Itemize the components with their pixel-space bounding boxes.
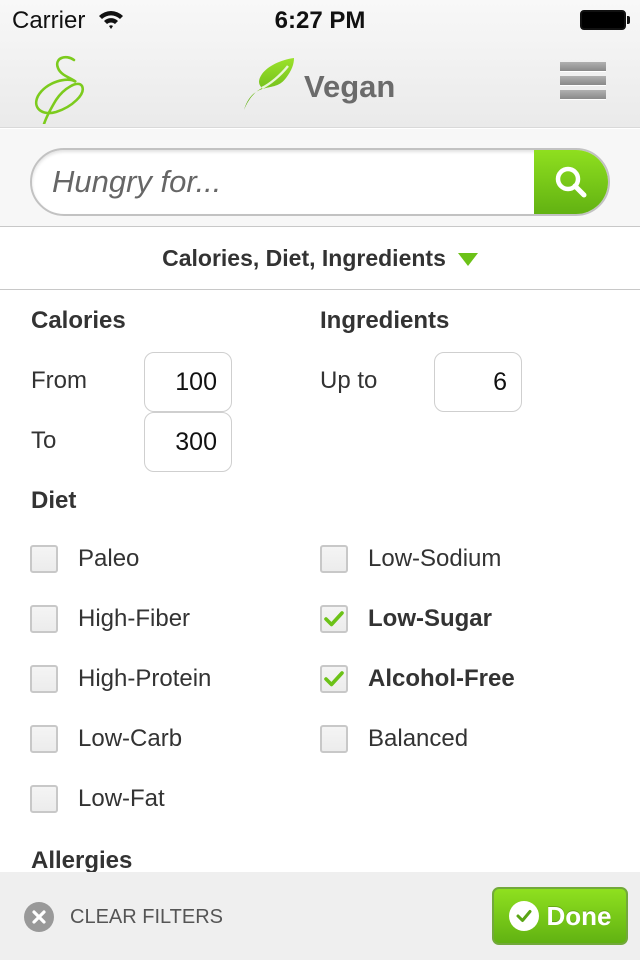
diet-option[interactable]: Alcohol-Free (320, 659, 515, 699)
top-bar: Carrier 6:27 PM Vegan (0, 0, 640, 128)
clear-filters-button[interactable]: CLEAR FILTERS (24, 902, 223, 932)
checkbox[interactable] (30, 725, 58, 753)
diet-option[interactable]: High-Fiber (30, 599, 190, 639)
search-icon (555, 166, 587, 198)
nav-bar: Vegan (0, 40, 640, 128)
diet-option-label: Alcohol-Free (368, 665, 515, 692)
search-area (0, 129, 640, 227)
page-title: Vegan (304, 69, 396, 104)
checkbox[interactable] (320, 605, 348, 633)
close-circle-icon (24, 902, 54, 932)
diet-heading: Diet (31, 487, 77, 514)
menu-bar (560, 62, 606, 71)
diet-option-label: Low-Fat (78, 785, 165, 812)
checkbox[interactable] (30, 545, 58, 573)
bottom-bar: CLEAR FILTERS Done (0, 872, 640, 960)
done-button[interactable]: Done (492, 887, 628, 945)
script-e-logo-icon[interactable] (28, 52, 94, 124)
battery-tip (627, 16, 630, 24)
calories-to-field[interactable]: 300 (144, 412, 232, 472)
leaf-icon (244, 58, 294, 110)
calories-heading: Calories (31, 307, 126, 334)
checkmark-icon (324, 611, 344, 627)
status-bar: Carrier 6:27 PM (0, 0, 640, 40)
checkbox[interactable] (30, 785, 58, 813)
checkbox[interactable] (320, 725, 348, 753)
menu-bar (560, 90, 606, 99)
diet-option[interactable]: Low-Sugar (320, 599, 492, 639)
checkbox[interactable] (320, 665, 348, 693)
checkbox[interactable] (30, 665, 58, 693)
diet-option[interactable]: Low-Fat (30, 779, 165, 819)
diet-option-label: Balanced (368, 725, 469, 752)
menu-bar (560, 76, 606, 85)
checkmark-icon (324, 671, 344, 687)
calories-from-field[interactable]: 100 (144, 352, 232, 412)
ingredients-upto-field[interactable]: 6 (434, 352, 522, 412)
filter-toggle[interactable]: Calories, Diet, Ingredients (0, 228, 640, 290)
allergies-heading: Allergies (31, 847, 133, 874)
diet-option-label: Paleo (78, 545, 140, 572)
hamburger-menu-icon[interactable] (560, 62, 606, 104)
diet-option-label: Low-Carb (78, 725, 183, 752)
battery-icon (580, 10, 626, 30)
calories-to-label: To (31, 427, 57, 454)
clear-filters-label: CLEAR FILTERS (70, 905, 223, 928)
search-box (30, 148, 610, 216)
screen: Carrier 6:27 PM Vegan Hungry for... Calo… (0, 0, 640, 960)
diet-option-label: High-Fiber (78, 605, 191, 632)
diet-option-label: Low-Sodium (368, 545, 502, 572)
ingredients-upto-label: Up to (320, 367, 378, 394)
diet-option-label: High-Protein (78, 665, 212, 692)
nav-title: Vegan (240, 56, 395, 112)
checkbox[interactable] (320, 545, 348, 573)
triangle-down-icon (457, 253, 478, 266)
search-button[interactable] (534, 150, 608, 214)
diet-option[interactable]: Balanced (320, 719, 468, 759)
search-input[interactable] (52, 150, 532, 214)
ingredients-heading: Ingredients (320, 307, 450, 334)
diet-option[interactable]: Low-Carb (30, 719, 182, 759)
diet-option[interactable]: Paleo (30, 539, 139, 579)
calories-from-label: From (31, 367, 87, 394)
checkbox[interactable] (30, 605, 58, 633)
diet-option[interactable]: Low-Sodium (320, 539, 501, 579)
check-circle-icon (508, 901, 539, 931)
diet-option[interactable]: High-Protein (30, 659, 211, 699)
filter-toggle-label: Calories, Diet, Ingredients (162, 245, 446, 271)
done-label: Done (546, 900, 612, 931)
status-time: 6:27 PM (274, 7, 366, 34)
diet-option-label: Low-Sugar (368, 605, 492, 632)
